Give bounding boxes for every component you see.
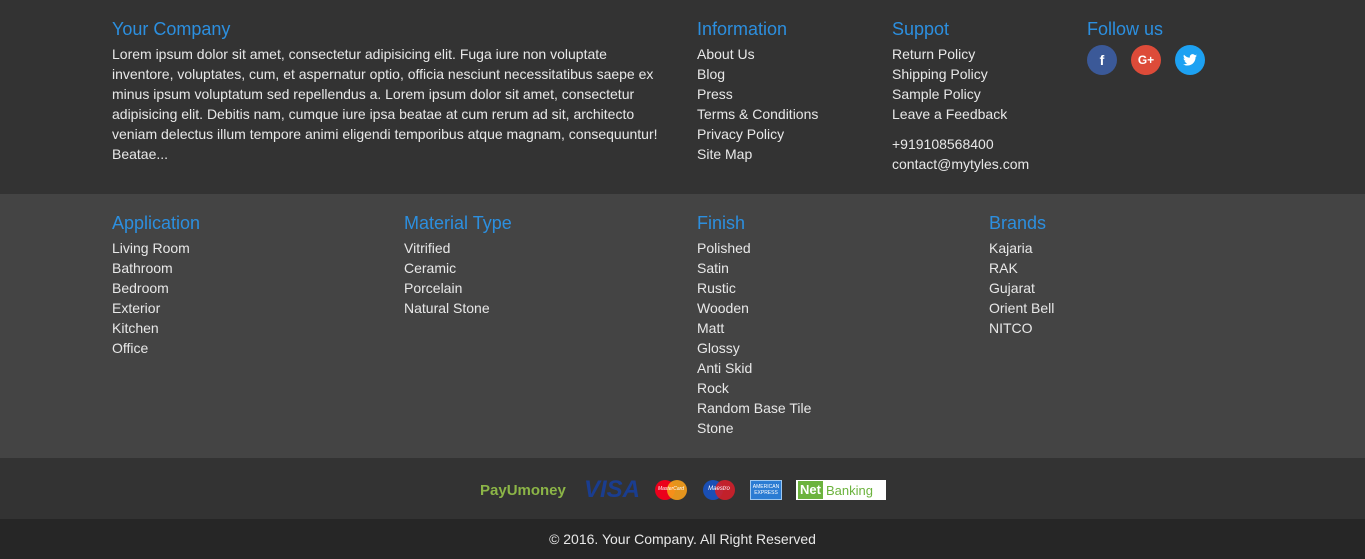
contact-phone: +919108568400 — [892, 136, 994, 152]
visa-logo: VISA — [584, 476, 641, 503]
finish-list: Polished Satin Rustic Wooden Matt Glossy… — [697, 238, 811, 438]
application-list: Living Room Bathroom Bedroom Exterior Ki… — [112, 238, 200, 358]
link-rock[interactable]: Rock — [697, 380, 729, 396]
link-porcelain[interactable]: Porcelain — [404, 280, 462, 296]
link-satin[interactable]: Satin — [697, 260, 729, 276]
link-polished[interactable]: Polished — [697, 240, 751, 256]
netbanking-banking: Banking — [825, 482, 873, 498]
footer-categories: Application Living Room Bathroom Bedroom… — [0, 194, 1365, 458]
support-column: Suppot Return Policy Shipping Policy Sam… — [892, 19, 1029, 174]
link-exterior[interactable]: Exterior — [112, 300, 160, 316]
link-sample-policy[interactable]: Sample Policy — [892, 86, 981, 102]
link-random-base-tile[interactable]: Random Base Tile — [697, 400, 811, 416]
link-kajaria[interactable]: Kajaria — [989, 240, 1033, 256]
link-terms[interactable]: Terms & Conditions — [697, 106, 818, 122]
link-matt[interactable]: Matt — [697, 320, 724, 336]
link-glossy[interactable]: Glossy — [697, 340, 740, 356]
netbanking-net: Net — [798, 481, 823, 499]
maestro-logo: Maestro — [702, 479, 736, 501]
follow-title: Follow us — [1087, 19, 1164, 39]
facebook-icon[interactable]: f — [1087, 45, 1117, 75]
support-title: Suppot — [892, 19, 950, 39]
company-title: Your Company — [112, 19, 231, 39]
link-office[interactable]: Office — [112, 340, 148, 356]
link-shipping-policy[interactable]: Shipping Policy — [892, 66, 988, 82]
netbanking-logo: Net Banking — [796, 480, 886, 500]
link-nitco[interactable]: NITCO — [989, 320, 1033, 336]
contact-email[interactable]: contact@mytyles.com — [892, 156, 1029, 172]
support-list: Return Policy Shipping Policy Sample Pol… — [892, 44, 1029, 124]
material-title: Material Type — [404, 213, 512, 233]
follow-column: Follow us f G+ — [1087, 19, 1205, 75]
link-gujarat[interactable]: Gujarat — [989, 280, 1035, 296]
brands-list: Kajaria RAK Gujarat Orient Bell NITCO — [989, 238, 1054, 338]
link-kitchen[interactable]: Kitchen — [112, 320, 159, 336]
google-plus-icon[interactable]: G+ — [1131, 45, 1161, 75]
link-rak[interactable]: RAK — [989, 260, 1018, 276]
link-return-policy[interactable]: Return Policy — [892, 46, 975, 62]
link-wooden[interactable]: Wooden — [697, 300, 749, 316]
company-column: Your Company Lorem ipsum dolor sit amet,… — [112, 19, 672, 164]
copyright-text: © 2016. Your Company. All Right Reserved — [549, 531, 816, 547]
company-description: Lorem ipsum dolor sit amet, consectetur … — [112, 46, 658, 162]
footer-top: Your Company Lorem ipsum dolor sit amet,… — [0, 0, 1365, 194]
contact-info: +919108568400 contact@mytyles.com — [892, 134, 1029, 174]
link-bathroom[interactable]: Bathroom — [112, 260, 173, 276]
payumoney-logo: PayUmoney — [480, 481, 566, 499]
finish-title: Finish — [697, 213, 746, 233]
application-title: Application — [112, 213, 201, 233]
mastercard-logo: MasterCard — [654, 479, 688, 501]
link-orient-bell[interactable]: Orient Bell — [989, 300, 1054, 316]
link-natural-stone[interactable]: Natural Stone — [404, 300, 490, 316]
link-stone[interactable]: Stone — [697, 420, 734, 436]
mastercard-label: MasterCard — [657, 486, 685, 492]
brands-column: Brands Kajaria RAK Gujarat Orient Bell N… — [989, 213, 1054, 338]
twitter-icon[interactable] — [1175, 45, 1205, 75]
link-vitrified[interactable]: Vitrified — [404, 240, 450, 256]
link-blog[interactable]: Blog — [697, 66, 725, 82]
maestro-label: Maestro — [708, 486, 730, 492]
link-press[interactable]: Press — [697, 86, 733, 102]
amex-logo: AMERICAN EXPRESS — [750, 480, 782, 500]
link-privacy[interactable]: Privacy Policy — [697, 126, 784, 142]
link-about-us[interactable]: About Us — [697, 46, 755, 62]
payment-methods: PayUmoney VISA MasterCard Maestro AMERIC… — [0, 458, 1365, 519]
payment-logos: PayUmoney VISA MasterCard Maestro AMERIC… — [480, 476, 886, 503]
information-list: About Us Blog Press Terms & Conditions P… — [697, 44, 818, 164]
material-list: Vitrified Ceramic Porcelain Natural Ston… — [404, 238, 512, 318]
link-living-room[interactable]: Living Room — [112, 240, 190, 256]
information-title: Information — [697, 19, 788, 39]
finish-column: Finish Polished Satin Rustic Wooden Matt… — [697, 213, 811, 438]
application-column: Application Living Room Bathroom Bedroom… — [112, 213, 200, 358]
social-icons: f G+ — [1087, 45, 1205, 75]
brands-title: Brands — [989, 213, 1047, 233]
link-bedroom[interactable]: Bedroom — [112, 280, 169, 296]
copyright-bar: © 2016. Your Company. All Right Reserved — [0, 519, 1365, 559]
information-column: Information About Us Blog Press Terms & … — [697, 19, 818, 164]
link-rustic[interactable]: Rustic — [697, 280, 736, 296]
link-site-map[interactable]: Site Map — [697, 146, 752, 162]
material-column: Material Type Vitrified Ceramic Porcelai… — [404, 213, 512, 318]
link-feedback[interactable]: Leave a Feedback — [892, 106, 1007, 122]
link-anti-skid[interactable]: Anti Skid — [697, 360, 752, 376]
link-ceramic[interactable]: Ceramic — [404, 260, 456, 276]
